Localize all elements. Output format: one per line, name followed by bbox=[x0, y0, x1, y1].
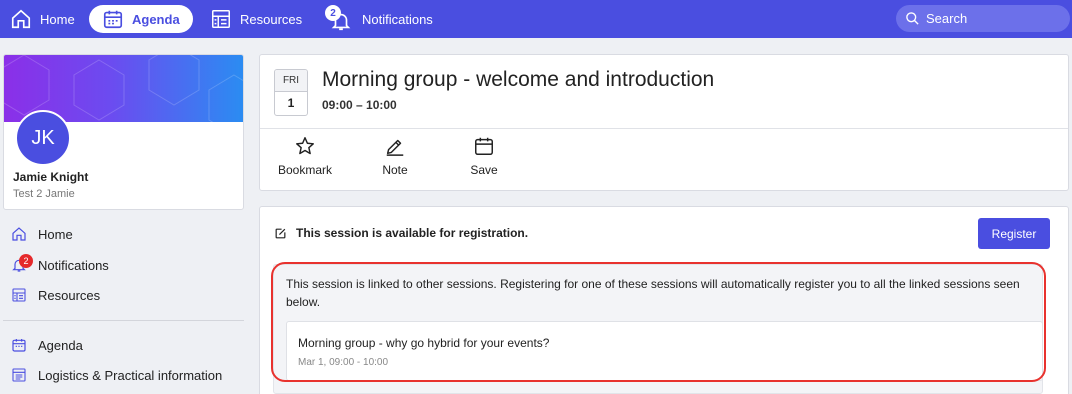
star-icon bbox=[296, 137, 314, 155]
profile-subtitle: Test 2 Jamie bbox=[13, 188, 75, 200]
top-nav-bar: Home Agenda Resources 2 Notifications Se… bbox=[0, 0, 1072, 38]
nav-resources[interactable]: Resources bbox=[210, 5, 302, 33]
sidebar-item-home[interactable]: Home bbox=[11, 223, 73, 245]
linked-session-time: Mar 1, 09:00 - 10:00 bbox=[298, 357, 389, 368]
nav-agenda-label: Agenda bbox=[132, 11, 180, 27]
nav-home[interactable]: Home bbox=[10, 5, 75, 33]
bookmark-label: Bookmark bbox=[277, 163, 333, 177]
calendar-icon bbox=[12, 339, 26, 352]
sidebar-item-resources[interactable]: Resources bbox=[11, 284, 100, 306]
list-icon bbox=[12, 368, 26, 382]
resources-icon bbox=[212, 10, 230, 28]
save-button[interactable]: Save bbox=[464, 135, 504, 177]
search-placeholder: Search bbox=[926, 11, 968, 26]
sidebar-item-label: Notifications bbox=[38, 257, 109, 273]
linked-sessions-note: This session is linked to other sessions… bbox=[286, 277, 1020, 309]
registration-status: This session is available for registrati… bbox=[274, 226, 528, 240]
linked-sessions-panel: This session is linked to other sessions… bbox=[273, 264, 1043, 394]
nav-agenda[interactable]: Agenda bbox=[89, 5, 193, 33]
nav-resources-label: Resources bbox=[240, 11, 303, 27]
card-divider bbox=[260, 128, 1068, 129]
sidebar-item-label: Agenda bbox=[38, 337, 83, 353]
note-label: Note bbox=[382, 163, 408, 177]
notifications-badge: 2 bbox=[325, 5, 341, 21]
bookmark-button[interactable]: Bookmark bbox=[274, 135, 336, 177]
sidebar-item-label: Home bbox=[38, 226, 73, 242]
note-button[interactable]: Note bbox=[378, 135, 412, 177]
notifications-badge: 2 bbox=[19, 254, 33, 268]
registration-card: This session is available for registrati… bbox=[259, 206, 1069, 394]
session-card: FRI 1 Morning group - welcome and introd… bbox=[259, 54, 1069, 191]
edit-icon bbox=[275, 228, 286, 238]
home-icon bbox=[12, 227, 26, 241]
sidebar-item-label: Resources bbox=[38, 287, 101, 303]
registration-status-text: This session is available for registrati… bbox=[296, 226, 529, 240]
linked-session-title: Morning group - why go hybrid for your e… bbox=[298, 336, 550, 350]
save-label: Save bbox=[470, 163, 498, 177]
session-time: 09:00 – 10:00 bbox=[322, 98, 397, 112]
avatar[interactable]: JK bbox=[15, 110, 71, 166]
calendar-icon bbox=[475, 137, 493, 155]
date-day: 1 bbox=[287, 96, 295, 110]
sidebar-item-logistics[interactable]: Logistics & Practical information bbox=[11, 364, 222, 386]
search-icon bbox=[906, 12, 919, 25]
calendar-icon bbox=[103, 10, 123, 29]
session-title: Morning group - welcome and introduction bbox=[322, 68, 715, 91]
nav-notifications[interactable]: 2 Notifications bbox=[325, 5, 433, 33]
date-badge: FRI 1 bbox=[274, 69, 308, 116]
resources-icon bbox=[12, 288, 26, 302]
profile-card[interactable]: JK Jamie Knight Test 2 Jamie bbox=[3, 54, 244, 210]
sidebar-divider bbox=[3, 320, 244, 321]
search-input[interactable]: Search bbox=[896, 5, 1070, 32]
nav-home-label: Home bbox=[40, 11, 75, 27]
register-button[interactable]: Register bbox=[978, 218, 1050, 249]
sidebar-item-agenda[interactable]: Agenda bbox=[11, 334, 83, 356]
sidebar-item-label: Logistics & Practical information bbox=[38, 367, 223, 383]
sidebar-item-notifications[interactable]: 2 Notifications bbox=[11, 254, 109, 276]
home-icon bbox=[11, 9, 31, 29]
date-day-of-week: FRI bbox=[275, 70, 307, 92]
linked-session-item[interactable]: Morning group - why go hybrid for your e… bbox=[286, 321, 1043, 381]
pencil-icon bbox=[386, 139, 404, 156]
nav-notifications-label: Notifications bbox=[362, 11, 433, 27]
profile-name: Jamie Knight bbox=[13, 170, 89, 184]
